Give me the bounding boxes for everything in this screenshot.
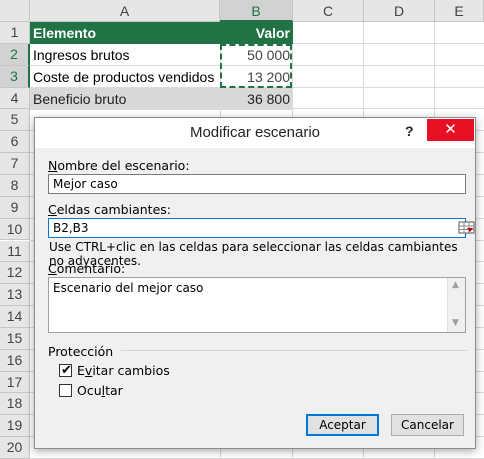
comment-label: Comentario:	[48, 261, 126, 276]
row-header-3[interactable]: 3	[0, 65, 30, 88]
column-header-a[interactable]: A	[30, 0, 220, 22]
cell-b1[interactable]: Valor	[220, 22, 293, 44]
changing-cells-input[interactable]: B2,B3	[48, 218, 475, 238]
comment-value: Escenario del mejor caso	[53, 281, 204, 295]
column-header-e[interactable]: E	[435, 0, 484, 22]
close-icon[interactable]: ✕	[427, 119, 474, 141]
changing-cells-value: B2,B3	[53, 221, 89, 235]
protection-divider	[121, 350, 467, 351]
cell-a2[interactable]: Ingresos brutos	[30, 44, 220, 66]
scroll-down-icon[interactable]: ▼	[452, 318, 459, 328]
modify-scenario-dialog: Modificar escenario ? ✕ Nombre del escen…	[34, 117, 476, 449]
dialog-titlebar[interactable]: Modificar escenario ? ✕	[35, 118, 475, 148]
cell-b4[interactable]: 36 800	[220, 88, 293, 110]
cell-a3[interactable]: Coste de productos vendidos	[30, 66, 220, 88]
hide-label[interactable]: Ocultar	[77, 383, 123, 398]
scenario-name-label: Nombre del escenario:	[48, 158, 190, 173]
row-header-12[interactable]: 12	[0, 262, 30, 285]
row-header-13[interactable]: 13	[0, 284, 30, 307]
row-header-1[interactable]: 1	[0, 22, 30, 44]
help-icon[interactable]: ?	[405, 123, 414, 139]
hide-checkbox[interactable]	[59, 384, 72, 397]
changing-cells-label: Celdas cambiantes:	[48, 202, 171, 217]
prevent-changes-label[interactable]: Evitar cambios	[77, 363, 170, 378]
row-header-20[interactable]: 20	[0, 437, 30, 459]
cell-a4[interactable]: Beneficio bruto	[30, 88, 220, 110]
copy-marquee-selection	[220, 44, 292, 88]
row-header-7[interactable]: 7	[0, 153, 30, 175]
row-header-4[interactable]: 4	[0, 87, 30, 110]
column-header-b[interactable]: B	[220, 0, 293, 22]
comment-scrollbar[interactable]: ▲ ▼	[447, 278, 465, 332]
prevent-changes-checkbox[interactable]: ✔	[59, 362, 72, 377]
row-header-16[interactable]: 16	[0, 349, 30, 372]
select-all-corner[interactable]	[0, 0, 30, 22]
row-header-19[interactable]: 19	[0, 415, 30, 438]
column-header-d[interactable]: D	[364, 0, 435, 22]
cancel-button[interactable]: Cancelar	[391, 414, 464, 436]
column-header-c[interactable]: C	[293, 0, 364, 22]
range-selector-icon[interactable]	[457, 220, 477, 236]
row-header-17[interactable]: 17	[0, 371, 30, 394]
protection-group-label: Protección	[48, 344, 114, 359]
row-header-2[interactable]: 2	[0, 43, 30, 66]
row-header-11[interactable]: 11	[0, 240, 30, 263]
checkmark-icon: ✔	[61, 362, 72, 377]
row-header-6[interactable]: 6	[0, 131, 30, 154]
row-header-18[interactable]: 18	[0, 393, 30, 416]
comment-textarea[interactable]: Escenario del mejor caso ▲ ▼	[48, 277, 466, 333]
row-header-9[interactable]: 9	[0, 196, 30, 219]
row-header-15[interactable]: 15	[0, 327, 30, 350]
row-header-8[interactable]: 8	[0, 174, 30, 197]
cell-a1[interactable]: Elemento	[30, 22, 220, 44]
scroll-up-icon[interactable]: ▲	[452, 280, 459, 290]
row-header-14[interactable]: 14	[0, 306, 30, 328]
row-header-10[interactable]: 10	[0, 218, 30, 241]
scenario-name-input[interactable]: Mejor caso	[48, 174, 466, 194]
row-header-5[interactable]: 5	[0, 109, 30, 132]
ok-button[interactable]: Aceptar	[306, 414, 379, 436]
